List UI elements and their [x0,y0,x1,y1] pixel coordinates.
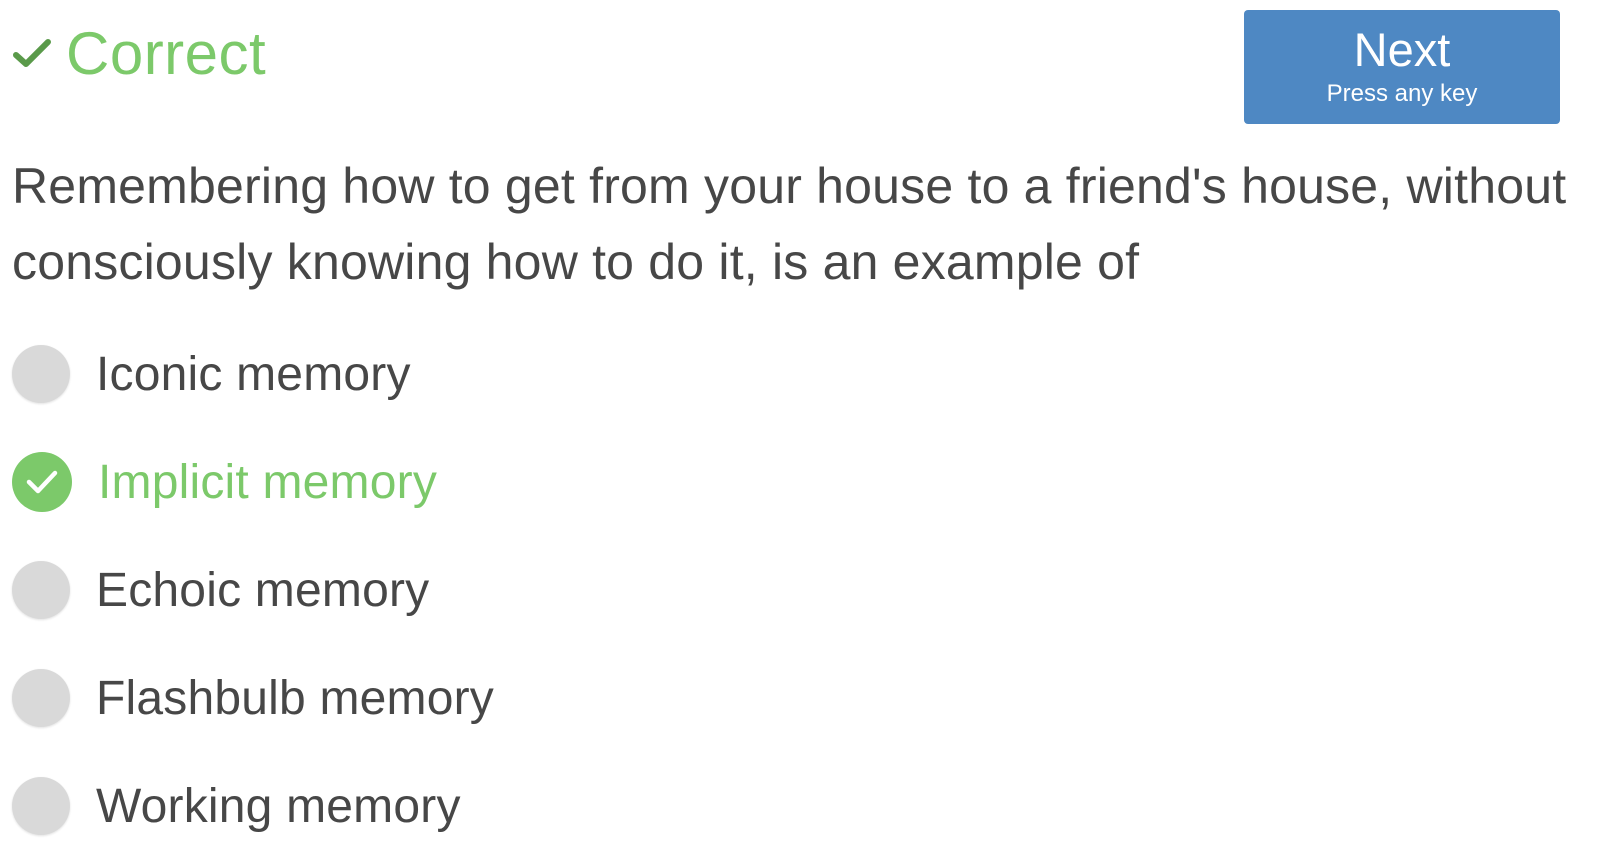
check-icon [12,33,52,73]
option-implicit-memory[interactable]: Implicit memory [12,428,1512,536]
option-flashbulb-memory[interactable]: Flashbulb memory [12,644,1512,752]
option-working-memory[interactable]: Working memory [12,752,1512,860]
option-label: Working memory [96,779,461,833]
option-label: Implicit memory [98,455,438,509]
option-label: Echoic memory [96,563,430,617]
next-button-label: Next [1353,23,1451,76]
radio-icon[interactable] [12,561,70,619]
radio-icon[interactable] [12,669,70,727]
option-label: Flashbulb memory [96,671,495,725]
answer-options: Iconic memory Implicit memory Echoic mem… [12,320,1512,860]
next-button[interactable]: Next Press any key [1244,10,1560,124]
result-status: Correct [12,14,266,92]
check-circle-icon[interactable] [12,452,72,512]
next-button-hint: Press any key [1326,80,1478,107]
radio-icon[interactable] [12,345,70,403]
radio-icon[interactable] [12,777,70,835]
result-label: Correct [66,19,267,87]
question-text: Remembering how to get from your house t… [12,158,1567,290]
option-echoic-memory[interactable]: Echoic memory [12,536,1512,644]
option-label: Iconic memory [96,347,411,401]
option-iconic-memory[interactable]: Iconic memory [12,320,1512,428]
